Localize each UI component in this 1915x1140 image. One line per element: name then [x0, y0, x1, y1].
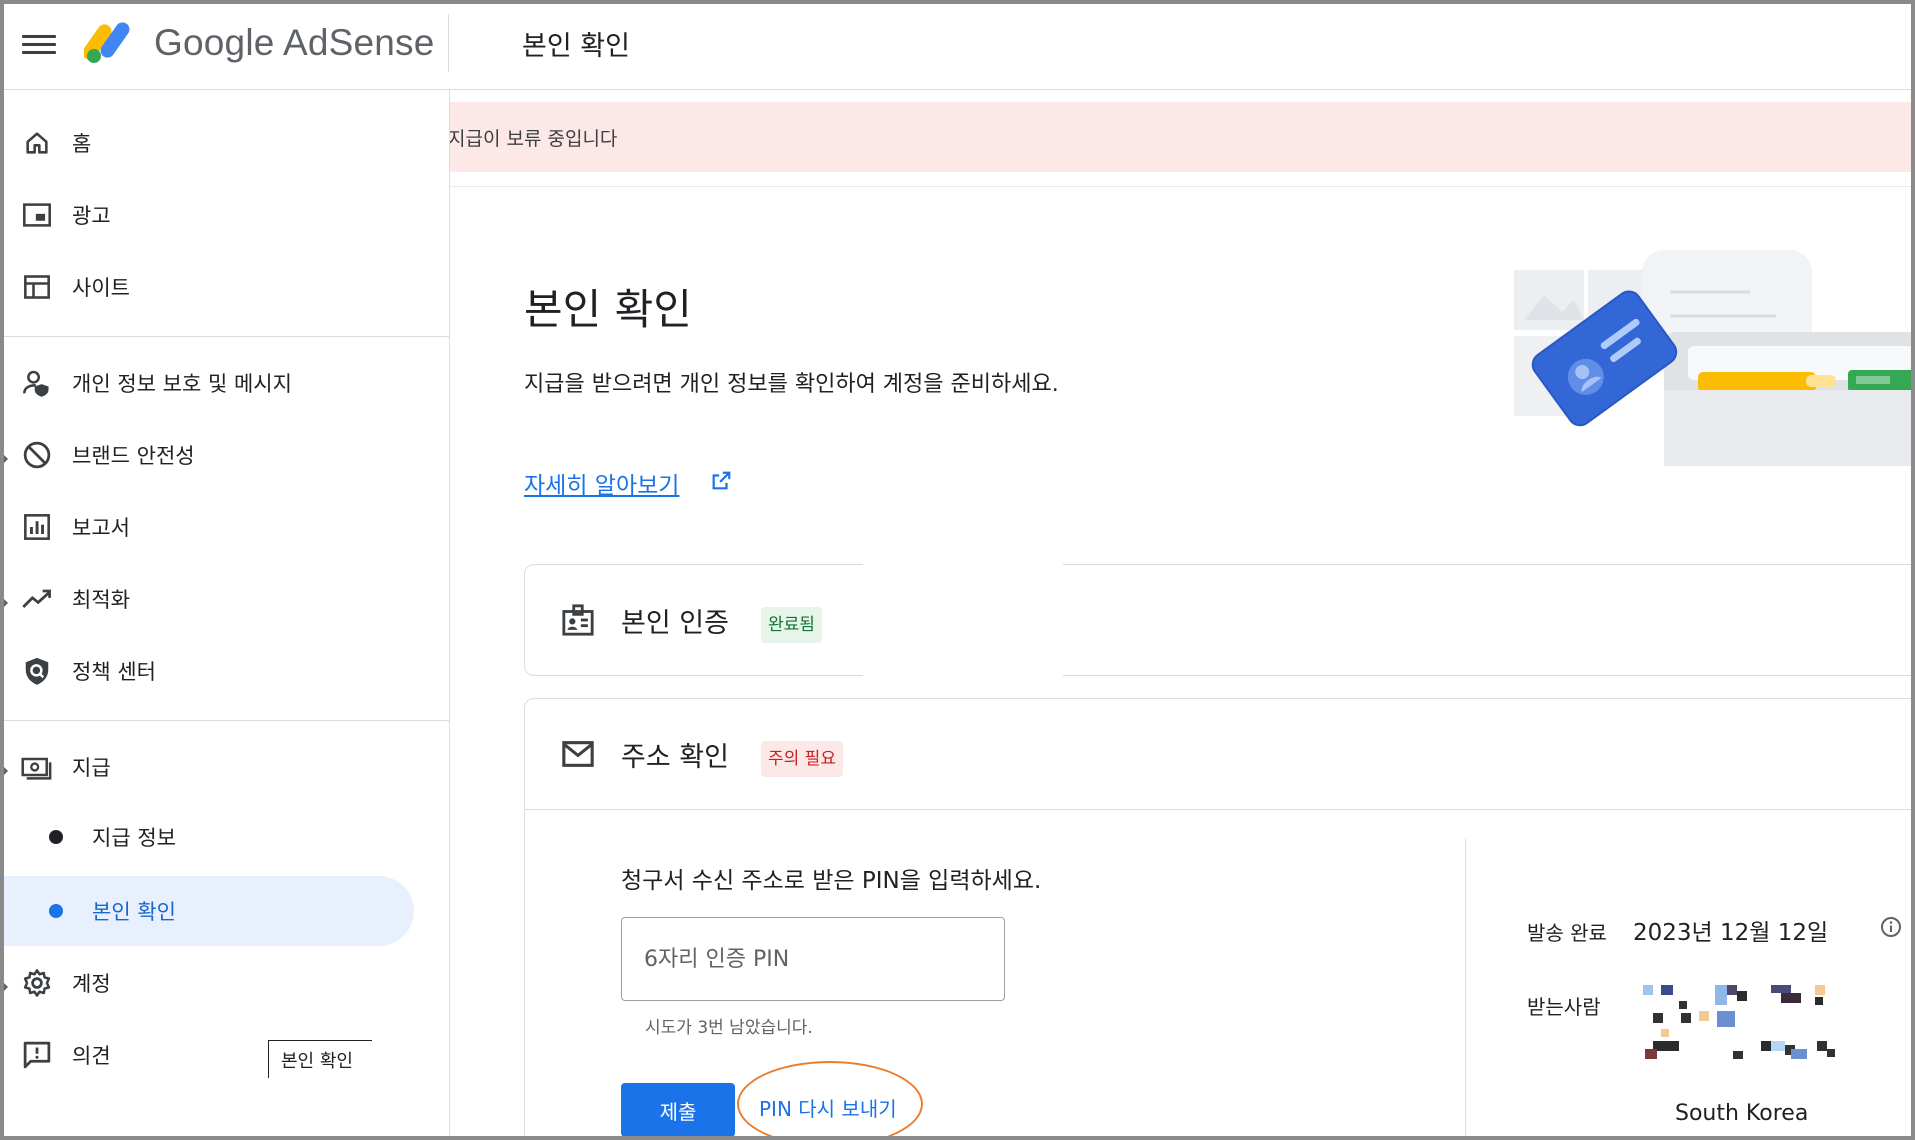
external-link-icon[interactable] — [710, 470, 732, 492]
sent-label: 발송 완료 — [1527, 921, 1607, 945]
address-verification-card: 주소 확인 주의 필요 청구서 수신 주소로 받은 PIN을 입력하세요. 시도… — [524, 698, 1911, 1136]
status-badge-complete: 완료됨 — [761, 607, 822, 643]
info-icon[interactable] — [1879, 915, 1903, 939]
bullet-icon — [49, 904, 63, 918]
gear-icon — [20, 966, 54, 1000]
column-divider — [1465, 839, 1466, 1136]
sidebar-item-label: 홈 — [72, 132, 92, 156]
main-content: 지급이 보류 중입니다 본인 확인 지급을 받으려면 개인 정보를 확인하여 계… — [450, 90, 1911, 1136]
sidebar-subitem-identity-verification[interactable]: 본인 확인 — [4, 876, 414, 946]
sidebar-item-label: 정책 센터 — [72, 660, 156, 684]
brand-name: Google AdSense — [154, 22, 435, 63]
sidebar-item-label: 의견 — [72, 1044, 111, 1068]
privacy-icon — [20, 366, 54, 400]
redacted-address — [1643, 985, 1911, 1081]
card-gap — [863, 563, 1063, 681]
sent-date: 2023년 12월 12일 — [1633, 920, 1829, 946]
attempts-remaining: 시도가 3번 남았습니다. — [645, 1018, 813, 1038]
pin-input[interactable] — [621, 917, 1005, 1001]
sidebar-item-label: 계정 — [72, 972, 111, 996]
card-title: 본인 인증 — [621, 608, 729, 639]
sidebar-divider — [4, 720, 450, 721]
identity-verification-card: 본인 인증 완료됨 — [524, 563, 1911, 681]
reports-icon — [20, 510, 54, 544]
sidebar-item-label: 지급 — [72, 756, 111, 780]
sidebar-item-privacy[interactable]: 개인 정보 보호 및 메시지 — [4, 354, 450, 412]
content-divider — [450, 186, 1911, 187]
sidebar-item-home[interactable]: 홈 — [4, 114, 450, 172]
top-bar: Google AdSense 본인 확인 — [4, 4, 1911, 90]
sidebar-item-reports[interactable]: 보고서 — [4, 498, 450, 556]
sidebar-item-policy-center[interactable]: 정책 센터 — [4, 642, 450, 700]
sidebar-divider — [4, 336, 450, 337]
sidebar-item-account[interactable]: 계정 — [4, 954, 450, 1012]
sidebar-item-sites[interactable]: 사이트 — [4, 258, 450, 316]
banner-text: 지급이 보류 중입니다 — [450, 128, 618, 150]
mail-icon — [562, 741, 594, 767]
sidebar-item-label: 사이트 — [72, 276, 130, 300]
id-badge-icon — [562, 604, 594, 636]
card-title: 주소 확인 — [621, 742, 729, 773]
sidebar-item-label: 광고 — [72, 204, 111, 228]
sidebar-item-label: 개인 정보 보호 및 메시지 — [72, 372, 292, 396]
sidebar-subitem-payment-info[interactable]: 지급 정보 — [4, 802, 414, 872]
sidebar-subitem-label: 본인 확인 — [92, 900, 176, 924]
recipient-label: 받는사람 — [1527, 995, 1601, 1019]
trending-icon — [20, 582, 54, 616]
identity-illustration — [1514, 250, 1911, 466]
topbar-divider — [448, 14, 449, 72]
resend-pin-button[interactable]: PIN 다시 보내기 — [759, 1093, 897, 1122]
sidebar-item-label: 최적화 — [72, 588, 130, 612]
bullet-icon — [49, 830, 63, 844]
payments-icon — [20, 750, 54, 784]
page-title: 본인 확인 — [524, 285, 692, 334]
page-heading: 본인 확인 — [522, 31, 630, 62]
payment-hold-banner: 지급이 보류 중입니다 — [450, 102, 1911, 172]
sidebar: 홈 광고 사이트 개인 정보 보호 및 메시지 브랜드 안전성 보고서 최적화 … — [4, 90, 450, 1136]
app-window: Google AdSense 본인 확인 홈 광고 사이트 개인 정보 보호 및… — [0, 0, 1915, 1140]
sidebar-item-payments[interactable]: 지급 — [4, 738, 450, 796]
recipient-country: South Korea — [1675, 1101, 1809, 1126]
policy-icon — [20, 654, 54, 688]
sidebar-item-ads[interactable]: 광고 — [4, 186, 450, 244]
ads-icon — [20, 198, 54, 232]
pin-prompt: 청구서 수신 주소로 받은 PIN을 입력하세요. — [621, 868, 1042, 894]
sidebar-subitem-label: 지급 정보 — [92, 826, 176, 850]
sites-icon — [20, 270, 54, 304]
learn-more-link[interactable]: 자세히 알아보기 — [524, 466, 679, 500]
feedback-icon — [20, 1038, 54, 1072]
sidebar-item-optimization[interactable]: 최적화 — [4, 570, 450, 628]
home-icon — [20, 126, 54, 160]
status-badge-attention: 주의 필요 — [761, 741, 843, 777]
card-divider — [525, 809, 1911, 810]
sidebar-item-label: 보고서 — [72, 516, 130, 540]
submit-button[interactable]: 제출 — [621, 1083, 735, 1136]
sidebar-item-label: 브랜드 안전성 — [72, 444, 195, 468]
block-icon — [20, 438, 54, 472]
adsense-logo-icon — [84, 22, 130, 63]
sidebar-item-feedback[interactable]: 의견 — [4, 1026, 450, 1084]
page-description: 지급을 받으려면 개인 정보를 확인하여 계정을 준비하세요. — [524, 372, 1059, 397]
sidebar-item-brand-safety[interactable]: 브랜드 안전성 — [4, 426, 450, 484]
menu-icon[interactable] — [22, 30, 56, 60]
